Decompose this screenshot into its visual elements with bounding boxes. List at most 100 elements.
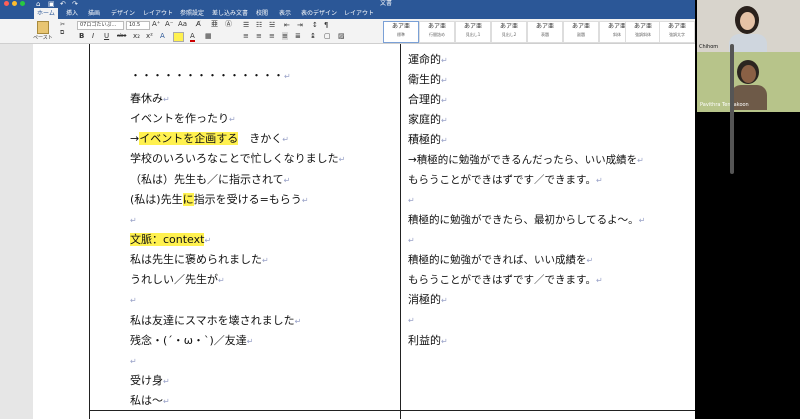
text-effects-icon[interactable]: A — [160, 32, 165, 40]
distributed-icon[interactable]: ≣ — [295, 32, 301, 40]
window-minimize-icon[interactable] — [12, 1, 17, 6]
window-close-icon[interactable] — [4, 1, 9, 6]
tab-draw[interactable]: 描画 — [88, 9, 100, 18]
justify-icon[interactable]: ≡ — [282, 32, 288, 40]
style-intense-emphasis[interactable]: あア亜 強調斜体 — [625, 21, 661, 43]
document-area[interactable]: ・・・・・・・・・・・・・・↵ 春休み↵ イベントを作ったり↵ →イベントを企画… — [0, 44, 695, 419]
paste-icon[interactable] — [37, 21, 49, 34]
right-line-13[interactable]: 消極的↵ — [408, 293, 448, 308]
grow-font-icon[interactable]: A⁺ — [152, 20, 160, 28]
left-line-2[interactable]: 春休み↵ — [130, 92, 170, 107]
sort-icon[interactable]: ↕ — [312, 21, 318, 29]
align-left-icon[interactable]: ≡ — [243, 32, 249, 40]
align-right-icon[interactable]: ≡ — [269, 32, 275, 40]
left-line-3[interactable]: イベントを作ったり↵ — [130, 112, 236, 127]
style-subtitle[interactable]: あア亜 副題 — [563, 21, 599, 43]
right-line-7[interactable]: もらうことができはずです／できます。↵ — [408, 173, 603, 188]
tab-view[interactable]: 表示 — [279, 9, 291, 18]
superscript-button[interactable]: x² — [146, 32, 153, 40]
left-line-16[interactable]: 受け身↵ — [130, 374, 170, 389]
left-line-13[interactable]: 私は友達にスマホを壊されました↵ — [130, 314, 301, 329]
style-heading-2[interactable]: あア亜 見出し2 — [491, 21, 527, 43]
cut-icon[interactable]: ✂ — [60, 21, 65, 28]
right-line-1[interactable]: 運命的↵ — [408, 53, 448, 68]
tab-review[interactable]: 校閲 — [256, 9, 268, 18]
left-line-1[interactable]: ・・・・・・・・・・・・・・↵ — [130, 69, 291, 84]
enclose-icon[interactable]: Ⓐ — [225, 20, 232, 28]
ribbon-tabs: ホーム 挿入 描画 デザイン レイアウト 参照設定 差し込み文書 校閲 表示 表… — [0, 8, 695, 19]
redo-icon[interactable]: ↷ — [72, 0, 78, 8]
strikethrough-button[interactable]: abe — [117, 32, 126, 40]
increase-indent-icon[interactable]: ⇥ — [297, 21, 303, 29]
home-icon[interactable]: ⌂ — [36, 0, 40, 8]
left-line-8[interactable]: ↵ — [130, 213, 137, 228]
participant-video-chihomi[interactable]: Chihom — [697, 0, 800, 52]
window-zoom-icon[interactable] — [20, 1, 25, 6]
right-line-6[interactable]: →積極的に勉強ができるんだったら、いい成績を↵ — [408, 153, 644, 168]
italic-button[interactable]: I — [92, 32, 94, 40]
copy-icon[interactable]: ⧉ — [60, 29, 64, 37]
left-line-6[interactable]: （私は）先生も／に指示されて↵ — [130, 173, 290, 188]
left-line-14[interactable]: 残念・(´・ω・`)／友達↵ — [130, 334, 254, 349]
tab-references[interactable]: 参照設定 — [180, 9, 204, 18]
style-title[interactable]: あア亜 表題 — [527, 21, 563, 43]
vertical-scrollbar[interactable] — [730, 44, 734, 174]
left-line-17[interactable]: 私は〜↵ — [130, 394, 170, 409]
right-line-10[interactable]: ↵ — [408, 233, 415, 248]
tab-mailings[interactable]: 差し込み文書 — [212, 9, 248, 18]
right-line-3[interactable]: 合理的↵ — [408, 93, 448, 108]
tab-layout[interactable]: レイアウト — [143, 9, 173, 18]
left-line-15[interactable]: ↵ — [130, 354, 137, 369]
ruby-icon[interactable]: 亜 — [211, 20, 218, 28]
left-line-4[interactable]: →イベントを企画する きかく↵ — [130, 132, 289, 147]
subscript-button[interactable]: x₂ — [133, 32, 140, 40]
multilevel-list-icon[interactable]: ☱ — [269, 21, 275, 29]
right-line-12[interactable]: もらうことができはずです／できます。↵ — [408, 273, 603, 288]
tab-home[interactable]: ホーム — [34, 8, 58, 19]
undo-icon[interactable]: ↶ — [60, 0, 66, 8]
left-line-12[interactable]: ↵ — [130, 293, 137, 308]
left-line-10[interactable]: 私は先生に褒められました↵ — [130, 253, 269, 268]
style-strong[interactable]: あア亜 強調太字 — [659, 21, 695, 43]
right-line-4[interactable]: 家庭的↵ — [408, 113, 448, 128]
right-line-8[interactable]: ↵ — [408, 193, 415, 208]
numbering-icon[interactable]: ☷ — [256, 21, 262, 29]
tab-table-layout[interactable]: レイアウト — [344, 9, 374, 18]
line-spacing-icon[interactable]: ↨ — [310, 32, 316, 40]
shrink-font-icon[interactable]: A⁻ — [165, 20, 173, 28]
font-color-icon[interactable]: A — [190, 32, 195, 42]
shading-icon[interactable]: ▦ — [205, 32, 212, 40]
borders-icon[interactable]: ▢ — [324, 32, 331, 40]
highlight-color-icon[interactable] — [173, 32, 184, 42]
decrease-indent-icon[interactable]: ⇤ — [284, 21, 290, 29]
right-line-5[interactable]: 積極的↵ — [408, 133, 448, 148]
paragraph-shading-icon[interactable]: ▨ — [338, 32, 345, 40]
left-line-11[interactable]: うれしい／先生が↵ — [130, 273, 225, 288]
right-line-15[interactable]: 利益的↵ — [408, 334, 448, 349]
show-marks-icon[interactable]: ¶ — [324, 21, 328, 29]
bold-button[interactable]: B — [79, 32, 84, 40]
clear-format-icon[interactable]: A̸ — [196, 20, 201, 28]
style-standard[interactable]: あア亜 標準 — [383, 21, 419, 43]
bullets-icon[interactable]: ☰ — [243, 21, 249, 29]
participant-video-pavithra[interactable]: Pavithra Tennakoon — [697, 52, 800, 112]
save-icon[interactable]: ▣ — [48, 0, 55, 8]
right-line-11[interactable]: 積極的に勉強ができれば、いい成績を↵ — [408, 253, 593, 268]
tab-table-design[interactable]: 表のデザイン — [301, 9, 337, 18]
document-page[interactable]: ・・・・・・・・・・・・・・↵ 春休み↵ イベントを作ったり↵ →イベントを企画… — [33, 44, 695, 419]
align-center-icon[interactable]: ≡ — [256, 32, 262, 40]
change-case-icon[interactable]: Aa — [178, 20, 187, 28]
style-heading-1[interactable]: あア亜 見出し1 — [455, 21, 491, 43]
left-line-5[interactable]: 学校のいろいろなことで忙しくなりました↵ — [130, 152, 345, 167]
font-name-select[interactable]: 07ロゴたいぷ… — [77, 21, 124, 30]
font-size-select[interactable]: 10.5 — [126, 21, 150, 30]
right-line-14[interactable]: ↵ — [408, 313, 415, 328]
left-line-7[interactable]: (私は)先生に指示を受ける=もらう↵ — [130, 193, 309, 208]
tab-insert[interactable]: 挿入 — [66, 9, 78, 18]
style-no-spacing[interactable]: あア亜 行間詰め — [419, 21, 455, 43]
right-line-2[interactable]: 衛生的↵ — [408, 73, 448, 88]
underline-button[interactable]: U — [104, 32, 109, 40]
right-line-9[interactable]: 積極的に勉強ができたら、最初からしてるよ〜。↵ — [408, 213, 645, 228]
left-line-9[interactable]: 文脈：context↵ — [130, 233, 211, 248]
tab-design[interactable]: デザイン — [111, 9, 135, 18]
